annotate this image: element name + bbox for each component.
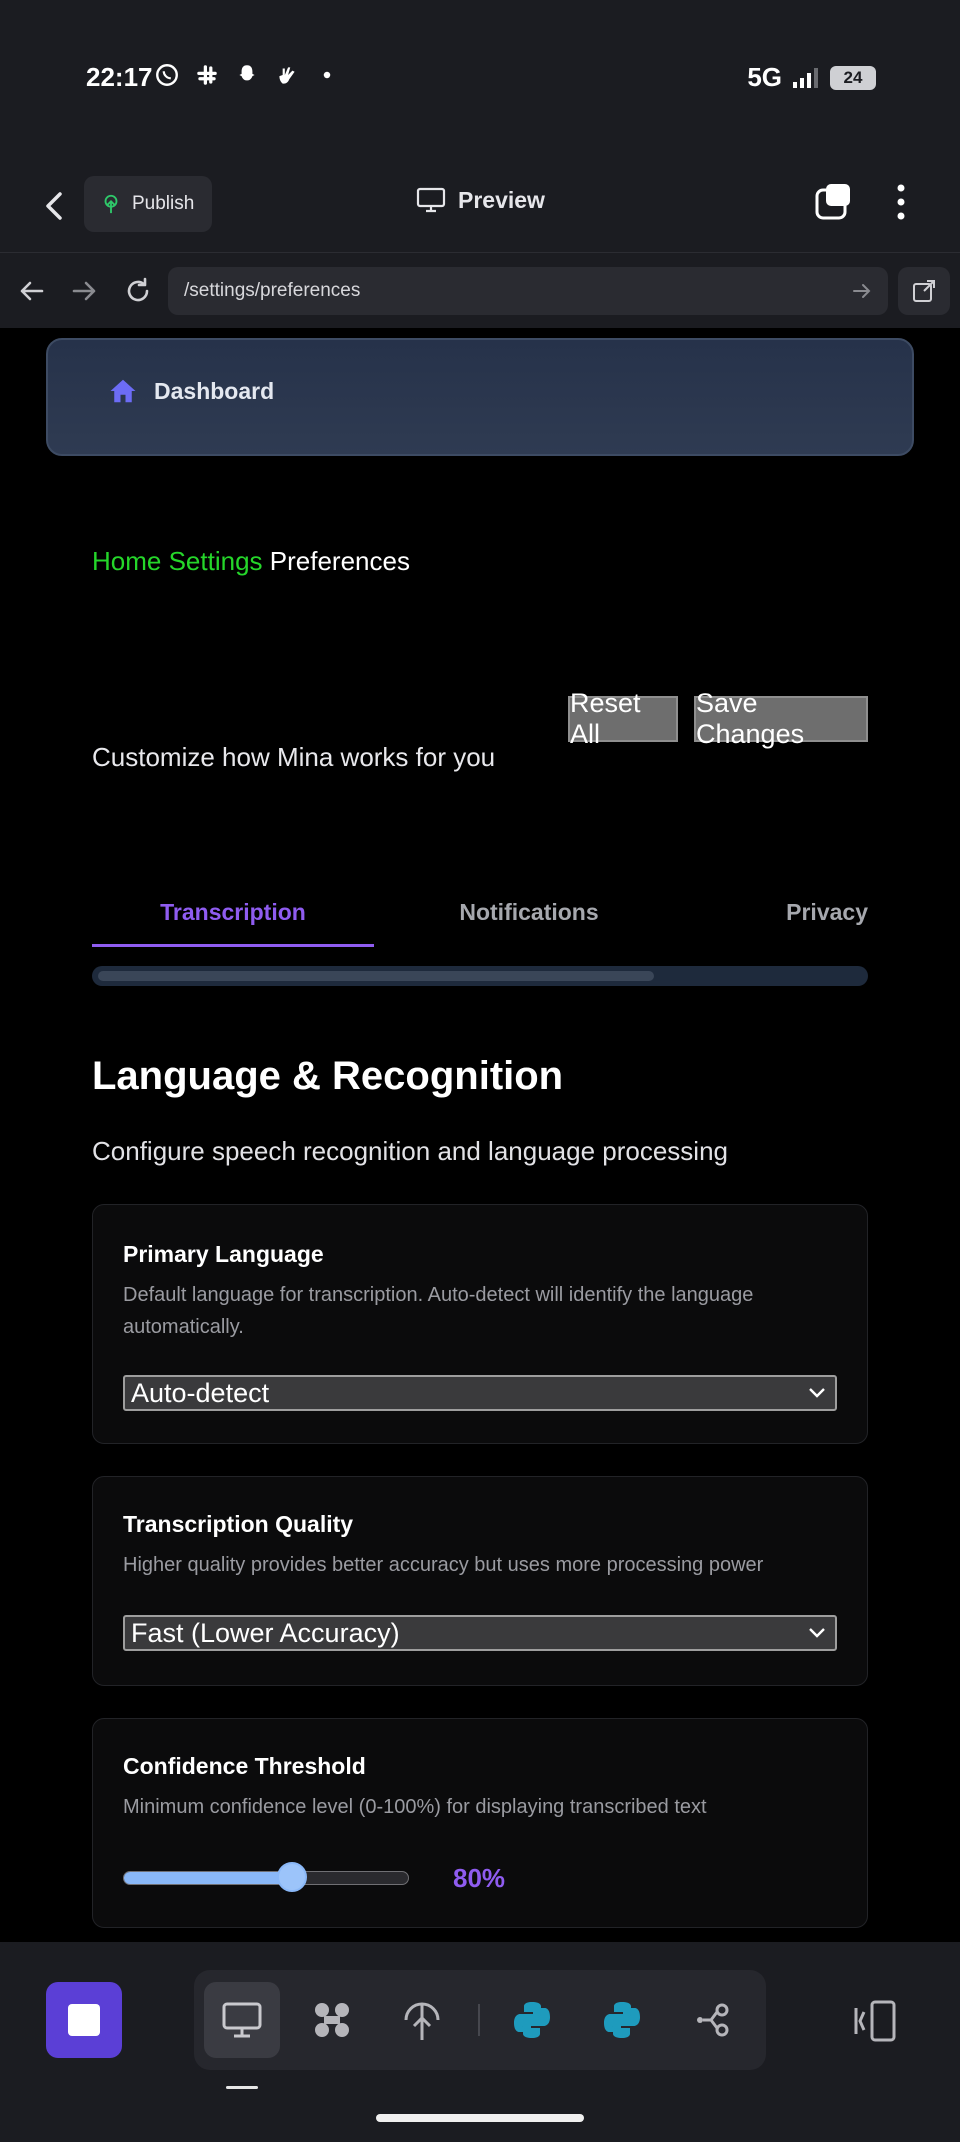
- confidence-threshold-card: Confidence Threshold Minimum confidence …: [92, 1718, 868, 1928]
- browser-back-icon[interactable]: [12, 271, 52, 311]
- tool-python-1[interactable]: [494, 1982, 570, 2058]
- preview-toggle[interactable]: Preview: [416, 186, 545, 214]
- breadcrumb-settings[interactable]: Settings: [169, 546, 263, 576]
- go-arrow-icon[interactable]: [850, 279, 874, 303]
- chevron-down-icon: [809, 1628, 825, 1638]
- stop-button[interactable]: [46, 1982, 122, 2058]
- whatsapp-icon: [156, 64, 178, 86]
- battery-indicator: 24: [830, 65, 876, 90]
- home-indicator[interactable]: [376, 2114, 584, 2122]
- page-content: Dashboard Home Settings Preferences Rese…: [0, 328, 960, 1942]
- monitor-icon: [222, 2002, 262, 2038]
- deploy-icon: [404, 2002, 440, 2040]
- tabs-icon[interactable]: [814, 182, 854, 222]
- home-icon: [110, 379, 136, 403]
- more-menu-icon[interactable]: [886, 180, 916, 224]
- chevron-down-icon: [809, 1388, 825, 1398]
- side-panel-icon[interactable]: [850, 1996, 900, 2046]
- confidence-threshold-title: Confidence Threshold: [123, 1753, 366, 1779]
- toolbar-divider: [478, 2004, 480, 2036]
- active-tab-indicator: [92, 944, 374, 947]
- page-subtitle: Customize how Mina works for you: [92, 742, 496, 772]
- confidence-slider-track[interactable]: [123, 1871, 409, 1885]
- tabs-scrollbar-thumb[interactable]: [98, 971, 654, 981]
- primary-language-description: Default language for transcription. Auto…: [123, 1284, 754, 1338]
- browser-forward-icon[interactable]: [64, 271, 104, 311]
- transcription-quality-card: Transcription Quality Higher quality pro…: [92, 1476, 868, 1686]
- signal-icon: [793, 67, 818, 88]
- tool-python-2[interactable]: [584, 1982, 660, 2058]
- dashboard-label: Dashboard: [154, 377, 275, 404]
- app-bar: Publish Preview: [0, 160, 960, 252]
- tool-desktop[interactable]: [204, 1982, 280, 2058]
- section-subtitle: Configure speech recognition and languag…: [92, 1136, 728, 1166]
- breadcrumb-current: Preferences: [269, 546, 410, 576]
- bottom-toolbar: [0, 1942, 960, 2142]
- browser-toolbar: /settings/preferences: [0, 252, 960, 328]
- tool-workflow[interactable]: [674, 1982, 750, 2058]
- notification-icons: [154, 62, 340, 88]
- publish-label: Publish: [132, 193, 195, 214]
- tab-privacy[interactable]: Privacy: [684, 876, 868, 948]
- status-bar: 22:17 5G 24: [0, 0, 960, 160]
- dashboard-link[interactable]: Dashboard: [108, 376, 274, 406]
- tool-extensions[interactable]: [294, 1982, 370, 2058]
- tool-deploy[interactable]: [384, 1982, 460, 2058]
- url-input[interactable]: /settings/preferences: [168, 267, 888, 315]
- hand-icon: [279, 67, 295, 84]
- confidence-threshold-description: Minimum confidence level (0-100%) for di…: [123, 1796, 707, 1818]
- back-chevron-icon[interactable]: [40, 186, 70, 226]
- dashboard-nav-card[interactable]: Dashboard: [46, 338, 914, 456]
- snapchat-icon: [239, 65, 255, 81]
- confidence-slider-thumb[interactable]: [276, 1862, 307, 1892]
- active-tool-indicator: [226, 2086, 258, 2089]
- publish-icon: [104, 194, 118, 214]
- workflow-icon: [697, 2003, 729, 2037]
- puzzle-icon: [315, 2003, 349, 2037]
- url-text: /settings/preferences: [184, 280, 361, 301]
- transcription-quality-title: Transcription Quality: [123, 1511, 354, 1537]
- tabs-scrollbar[interactable]: [92, 966, 868, 986]
- dot-icon: [323, 71, 331, 79]
- confidence-slider-fill: [124, 1872, 293, 1884]
- python-icon: [604, 2002, 640, 2038]
- network-label: 5G: [747, 62, 782, 92]
- status-time: 22:17: [86, 62, 153, 92]
- tab-transcription[interactable]: Transcription: [92, 876, 374, 948]
- stop-icon: [68, 2004, 100, 2036]
- primary-language-title: Primary Language: [123, 1241, 324, 1267]
- breadcrumb-home[interactable]: Home: [92, 546, 161, 576]
- primary-language-select[interactable]: Auto-detect: [123, 1375, 837, 1411]
- publish-button[interactable]: Publish: [84, 176, 212, 232]
- save-changes-button[interactable]: Save Changes: [694, 688, 868, 749]
- tool-group: [194, 1970, 766, 2070]
- primary-language-card: Primary Language Default language for tr…: [92, 1204, 868, 1444]
- status-right: 5G 24: [747, 62, 876, 93]
- transcription-quality-select[interactable]: Fast (Lower Accuracy): [123, 1615, 837, 1651]
- refresh-icon[interactable]: [118, 271, 158, 311]
- tab-notifications[interactable]: Notifications: [374, 876, 684, 948]
- external-link-icon: [913, 280, 935, 302]
- transcription-quality-value: Fast (Lower Accuracy): [131, 1617, 400, 1648]
- open-external-button[interactable]: [898, 267, 950, 315]
- settings-tabs: Transcription Notifications Privacy: [92, 876, 868, 948]
- reset-all-button[interactable]: Reset All: [568, 688, 678, 749]
- python-icon: [514, 2002, 550, 2038]
- transcription-quality-description: Higher quality provides better accuracy …: [123, 1554, 764, 1576]
- preview-label: Preview: [458, 186, 545, 213]
- breadcrumb: Home Settings Preferences: [92, 546, 410, 577]
- monitor-icon: [416, 187, 446, 213]
- confidence-value: 80%: [453, 1863, 506, 1893]
- slack-icon: [197, 65, 217, 85]
- primary-language-value: Auto-detect: [131, 1377, 270, 1408]
- section-title: Language & Recognition: [92, 1054, 564, 1098]
